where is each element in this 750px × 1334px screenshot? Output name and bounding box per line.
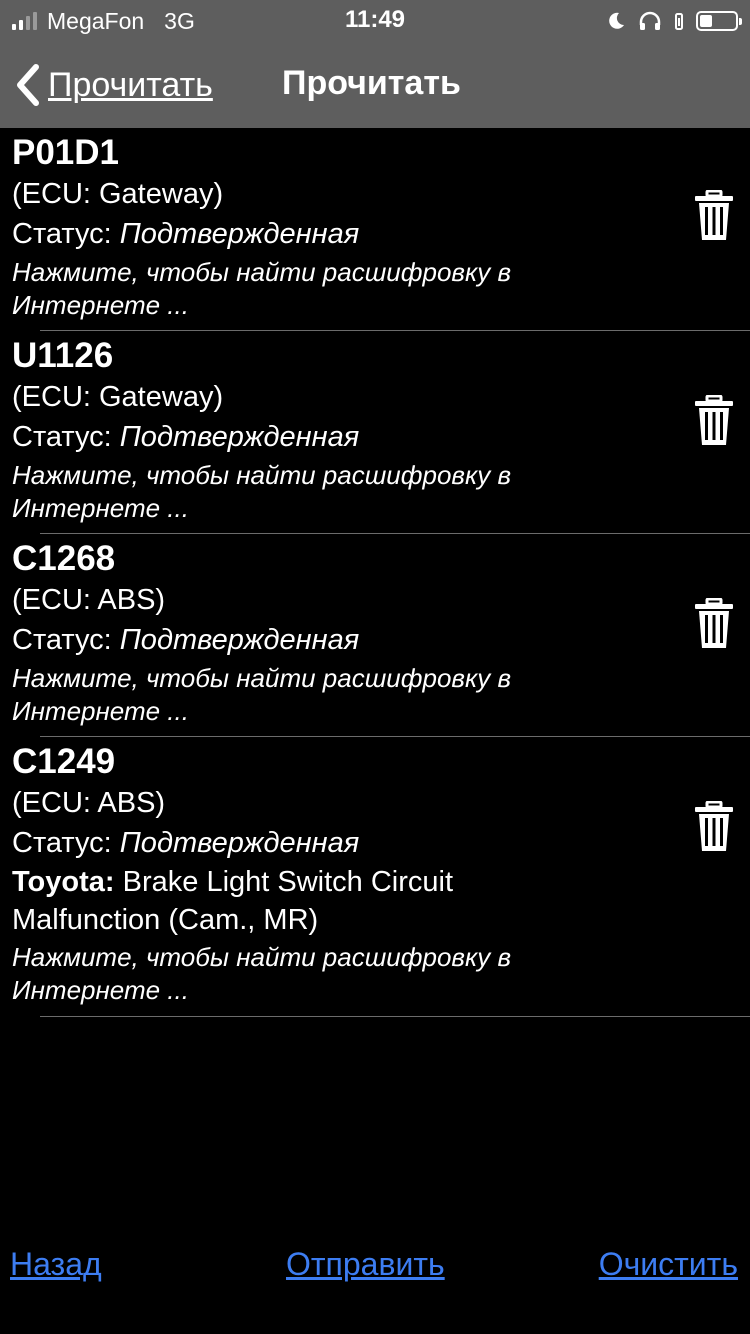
nav-bar: Прочитать Прочитать xyxy=(0,42,750,128)
status-label: Статус: xyxy=(12,827,112,859)
page-title: Прочитать xyxy=(282,64,461,102)
headphones-icon xyxy=(639,11,661,30)
trash-icon[interactable] xyxy=(694,190,734,242)
chevron-left-icon xyxy=(17,64,39,106)
trouble-code: C1268 xyxy=(12,539,116,578)
status-label: Статус: xyxy=(12,624,112,656)
hint-line: Нажмите, чтобы найти расшифровку в xyxy=(12,460,512,490)
bottom-toolbar: Назад Отправить Очистить xyxy=(0,1240,750,1296)
description-text: Malfunction (Cam., MR) xyxy=(12,904,319,936)
status-line: Статус: Подтвержденная xyxy=(12,417,670,457)
search-online-link[interactable]: Нажмите, чтобы найти расшифровку в Интер… xyxy=(12,662,670,728)
nav-back-button[interactable]: Прочитать xyxy=(14,60,213,110)
trouble-code-item[interactable]: U1126 (ECU: Gateway) Статус: Подтвержден… xyxy=(12,331,750,534)
header: MegaFon 3G 11:49 Прочитать Прочитать xyxy=(0,0,750,128)
trouble-code: C1249 xyxy=(12,742,116,781)
manufacturer-label: Toyota: xyxy=(12,866,115,898)
moon-icon xyxy=(609,12,624,29)
status-value: Подтвержденная xyxy=(119,827,360,859)
trouble-code-list: P01D1 (ECU: Gateway) Статус: Подтвержден… xyxy=(0,128,750,1017)
hint-line: Интернете ... xyxy=(12,975,189,1005)
status-value: Подтвержденная xyxy=(119,624,360,656)
status-line: Статус: Подтвержденная xyxy=(12,620,670,660)
trouble-code-item[interactable]: P01D1 (ECU: Gateway) Статус: Подтвержден… xyxy=(12,128,750,331)
search-online-link[interactable]: Нажмите, чтобы найти расшифровку в Интер… xyxy=(12,459,670,525)
search-online-link[interactable]: Нажмите, чтобы найти расшифровку в Интер… xyxy=(12,941,670,1007)
status-value: Подтвержденная xyxy=(119,421,360,453)
hint-line: Интернете ... xyxy=(12,290,189,320)
status-bar: MegaFon 3G 11:49 xyxy=(0,0,750,42)
description-text: Brake Light Switch Circuit xyxy=(122,866,454,898)
status-label: Статус: xyxy=(12,421,112,453)
search-online-link[interactable]: Нажмите, чтобы найти расшифровку в Интер… xyxy=(12,256,670,322)
send-button[interactable]: Отправить xyxy=(286,1246,445,1283)
trouble-code-item[interactable]: C1249 (ECU: ABS) Статус: Подтвержденная … xyxy=(12,737,750,1017)
ecu-label: (ECU: ABS) xyxy=(12,787,166,819)
trouble-code: U1126 xyxy=(12,336,114,375)
status-line: Статус: Подтвержденная xyxy=(12,214,670,254)
hint-line: Нажмите, чтобы найти расшифровку в xyxy=(12,257,512,287)
hint-line: Нажмите, чтобы найти расшифровку в xyxy=(12,942,512,972)
trouble-code-item[interactable]: C1268 (ECU: ABS) Статус: Подтвержденная … xyxy=(12,534,750,737)
status-label: Статус: xyxy=(12,218,112,250)
status-value: Подтвержденная xyxy=(119,218,360,250)
trash-icon[interactable] xyxy=(694,801,734,853)
screen: MegaFon 3G 11:49 Прочитать Прочитать P01… xyxy=(0,0,750,1334)
status-line: Статус: Подтвержденная xyxy=(12,823,670,863)
trash-icon[interactable] xyxy=(694,598,734,650)
trouble-code: P01D1 xyxy=(12,133,120,172)
ecu-label: (ECU: ABS) xyxy=(12,584,166,616)
trash-icon[interactable] xyxy=(694,395,734,447)
ecu-label: (ECU: Gateway) xyxy=(12,178,224,210)
clear-button[interactable]: Очистить xyxy=(599,1246,738,1283)
hint-line: Нажмите, чтобы найти расшифровку в xyxy=(12,663,512,693)
hint-line: Интернете ... xyxy=(12,696,189,726)
status-right xyxy=(606,8,742,34)
battery-icon xyxy=(696,11,742,31)
nav-back-label: Прочитать xyxy=(48,65,213,104)
code-description: Toyota: Brake Light Switch Circuit Malfu… xyxy=(12,863,670,939)
orientation-lock-icon xyxy=(675,13,683,30)
ecu-label: (ECU: Gateway) xyxy=(12,381,224,413)
hint-line: Интернете ... xyxy=(12,493,189,523)
back-button[interactable]: Назад xyxy=(10,1246,102,1283)
